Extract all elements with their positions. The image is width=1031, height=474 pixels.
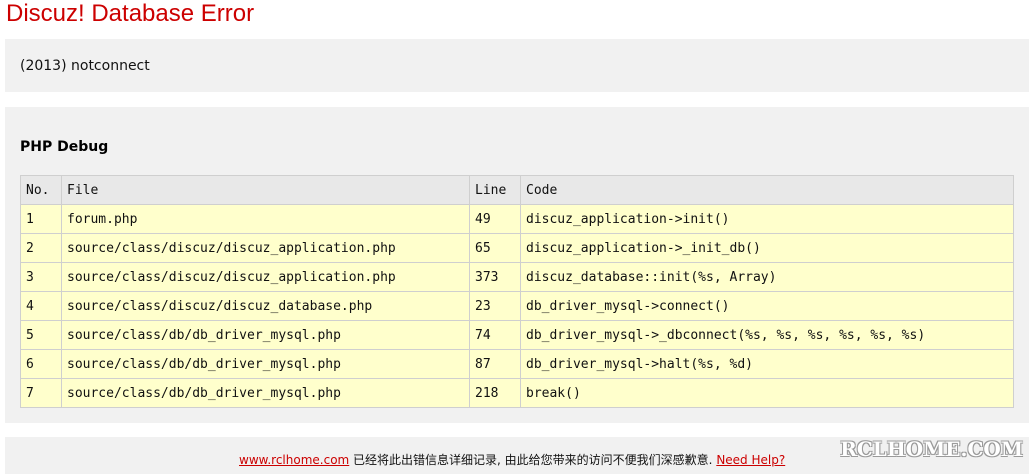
cell-file: source/class/db/db_driver_mysql.php xyxy=(61,320,470,350)
table-row: 6 source/class/db/db_driver_mysql.php 87… xyxy=(20,349,1014,379)
cell-code: db_driver_mysql->connect() xyxy=(520,291,1014,321)
debug-title: PHP Debug xyxy=(20,139,109,155)
cell-line: 74 xyxy=(469,320,521,350)
cell-line: 65 xyxy=(469,233,521,263)
cell-line: 373 xyxy=(469,262,521,292)
cell-file: source/class/discuz/discuz_application.p… xyxy=(61,233,470,263)
cell-line: 218 xyxy=(469,378,521,408)
table-row: 1 forum.php 49 discuz_application->init(… xyxy=(20,204,1014,234)
table-header-row: No. File Line Code xyxy=(20,175,1014,205)
cell-line: 49 xyxy=(469,204,521,234)
page-title: Discuz! Database Error xyxy=(6,0,255,27)
cell-file: source/class/discuz/discuz_database.php xyxy=(61,291,470,321)
cell-code: db_driver_mysql->_dbconnect(%s, %s, %s, … xyxy=(520,320,1014,350)
cell-file: forum.php xyxy=(61,204,470,234)
cell-file: source/class/db/db_driver_mysql.php xyxy=(61,349,470,379)
cell-no: 7 xyxy=(20,378,62,408)
cell-code: discuz_database::init(%s, Array) xyxy=(520,262,1014,292)
cell-line: 87 xyxy=(469,349,521,379)
cell-line: 23 xyxy=(469,291,521,321)
column-header-file: File xyxy=(61,175,470,205)
debug-trace-table: No. File Line Code 1 forum.php 49 discuz… xyxy=(20,175,1014,408)
php-debug-panel: PHP Debug No. File Line Code 1 forum.php… xyxy=(5,107,1029,423)
site-link[interactable]: www.rclhome.com xyxy=(239,453,349,467)
need-help-link[interactable]: Need Help? xyxy=(716,453,785,467)
table-row: 5 source/class/db/db_driver_mysql.php 74… xyxy=(20,320,1014,350)
site-watermark: RCLHOME.COM xyxy=(840,437,1023,461)
error-message: (2013) notconnect xyxy=(20,58,150,74)
cell-code: break() xyxy=(520,378,1014,408)
error-message-panel: (2013) notconnect xyxy=(5,39,1029,92)
cell-no: 3 xyxy=(20,262,62,292)
column-header-code: Code xyxy=(520,175,1014,205)
cell-code: discuz_application->init() xyxy=(520,204,1014,234)
cell-file: source/class/db/db_driver_mysql.php xyxy=(61,378,470,408)
cell-no: 6 xyxy=(20,349,62,379)
table-row: 4 source/class/discuz/discuz_database.ph… xyxy=(20,291,1014,321)
cell-code: discuz_application->_init_db() xyxy=(520,233,1014,263)
column-header-line: Line xyxy=(469,175,521,205)
cell-file: source/class/discuz/discuz_application.p… xyxy=(61,262,470,292)
table-row: 3 source/class/discuz/discuz_application… xyxy=(20,262,1014,292)
footer-text: www.rclhome.com 已经将此出错信息详细记录, 由此给您带来的访问不… xyxy=(239,451,785,468)
cell-no: 5 xyxy=(20,320,62,350)
cell-no: 4 xyxy=(20,291,62,321)
footer-message: 已经将此出错信息详细记录, 由此给您带来的访问不便我们深感歉意. xyxy=(349,453,717,467)
cell-code: db_driver_mysql->halt(%s, %d) xyxy=(520,349,1014,379)
column-header-no: No. xyxy=(20,175,62,205)
cell-no: 1 xyxy=(20,204,62,234)
table-row: 7 source/class/db/db_driver_mysql.php 21… xyxy=(20,378,1014,408)
table-row: 2 source/class/discuz/discuz_application… xyxy=(20,233,1014,263)
cell-no: 2 xyxy=(20,233,62,263)
